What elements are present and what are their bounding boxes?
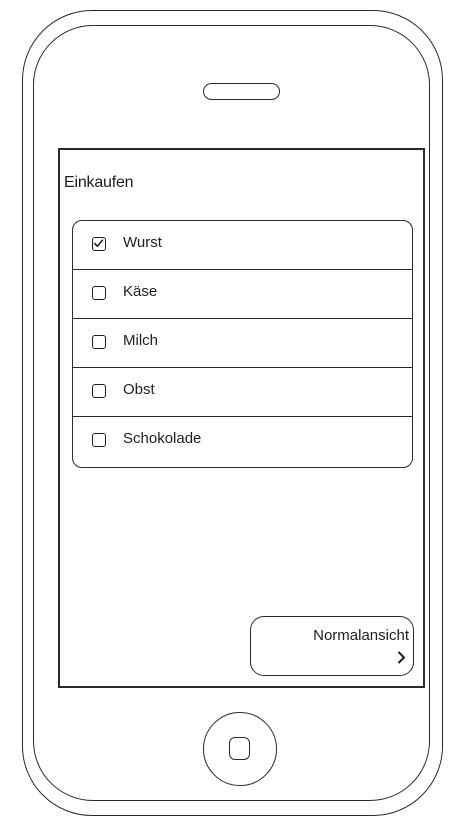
checkbox-checked-icon[interactable] [92,237,106,251]
checkbox-icon[interactable] [92,286,106,300]
list-item-label: Wurst [123,234,162,251]
checkbox-icon[interactable] [92,433,106,447]
list-item-label: Obst [123,381,155,398]
list-item[interactable]: Schokolade [73,417,412,466]
checkmark-icon [94,239,104,247]
phone-screen: Einkaufen Wurst Käse Milch Obst Schokola… [58,148,425,688]
shopping-list: Wurst Käse Milch Obst Schokolade [72,220,413,468]
list-item-label: Käse [123,283,158,300]
normal-view-button[interactable]: Normalansicht [250,616,414,676]
home-square-icon [229,737,250,760]
list-item[interactable]: Wurst [73,221,412,270]
checkbox-icon[interactable] [92,384,106,398]
list-item[interactable]: Käse [73,270,412,319]
list-item-label: Milch [123,332,159,349]
home-button-icon[interactable] [203,712,277,786]
chevron-right-icon [398,651,405,664]
list-item[interactable]: Obst [73,368,412,417]
normal-view-button-label: Normalansicht [313,627,409,644]
list-item[interactable]: Milch [73,319,412,368]
checkbox-icon[interactable] [92,335,106,349]
speaker-slot-icon [203,83,280,100]
phone-mockup: Einkaufen Wurst Käse Milch Obst Schokola… [0,0,457,825]
list-item-label: Schokolade [123,430,202,447]
page-title: Einkaufen [64,174,134,191]
